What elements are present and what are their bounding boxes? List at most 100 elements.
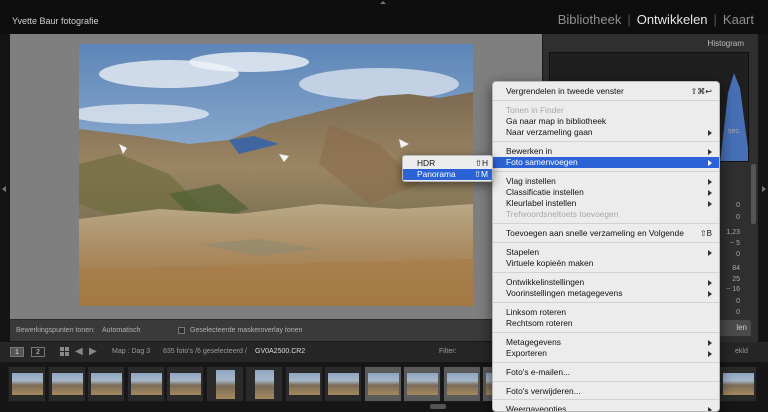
filmstrip-thumbnail[interactable]: [719, 366, 757, 402]
context-menu-item: Trefwoordsneltoets toevoegen: [493, 209, 719, 220]
filmstrip-thumbnail[interactable]: [324, 366, 362, 402]
window-2-button[interactable]: 2: [31, 347, 45, 357]
context-menu-item[interactable]: Exporteren: [493, 348, 719, 359]
menu-shortcut: ⇧⌘↩: [690, 87, 712, 96]
top-panel-toggle-icon[interactable]: [380, 1, 386, 4]
context-menu-item[interactable]: Virtuele kopieën maken: [493, 258, 719, 269]
histogram-title[interactable]: Histogram: [708, 39, 744, 48]
context-menu-item[interactable]: Foto's e-mailen...: [493, 367, 719, 378]
context-menu-item[interactable]: Voorinstellingen metagegevens: [493, 288, 719, 299]
submenu-item[interactable]: Panorama ⇧M: [403, 169, 492, 180]
left-panel-edge[interactable]: [0, 34, 10, 362]
menu-item-label: Virtuele kopieën maken: [506, 258, 594, 268]
context-menu-item[interactable]: Bewerken in: [493, 146, 719, 157]
left-panel-toggle-icon[interactable]: [2, 186, 6, 192]
context-menu-item[interactable]: Classificatie instellen: [493, 187, 719, 198]
filmstrip-thumbnail[interactable]: [87, 366, 125, 402]
context-menu-item[interactable]: Weergaveopties: [493, 404, 719, 412]
mask-overlay-checkbox[interactable]: [178, 327, 185, 334]
thumbnail-image: [215, 370, 235, 399]
context-menu-item[interactable]: Linksom roteren: [493, 307, 719, 318]
menu-separator: [493, 242, 719, 243]
filmstrip-thumbnail[interactable]: [126, 366, 165, 402]
module-picker: Bibliotheek | Ontwikkelen | Kaart: [558, 12, 754, 27]
thumbnail-image: [288, 373, 320, 395]
grid-view-icon[interactable]: [60, 347, 70, 357]
thumbnail-image: [407, 373, 438, 395]
forward-arrow-icon[interactable]: ▶: [89, 346, 97, 357]
menu-item-label: Foto samenvoegen: [506, 157, 578, 167]
menu-item-label: Voorinstellingen metagegevens: [506, 288, 623, 298]
context-menu-item[interactable]: Vlag instellen: [493, 176, 719, 187]
photo-count-label: 835 foto's /6 geselecteerd /: [163, 348, 247, 355]
thumbnail-image: [367, 373, 399, 395]
filmstrip-scrollbar[interactable]: [430, 404, 446, 409]
context-menu-item[interactable]: Foto's verwijderen...: [493, 386, 719, 397]
submenu-item[interactable]: HDR ⇧H: [403, 158, 492, 169]
context-menu-item[interactable]: Stapelen: [493, 247, 719, 258]
menu-item-label: Trefwoordsneltoets toevoegen: [506, 209, 619, 219]
menu-item-label: Stapelen: [506, 247, 540, 257]
module-develop[interactable]: Ontwikkelen: [637, 12, 708, 27]
menu-item-label: Foto's e-mailen...: [506, 367, 570, 377]
context-menu-item[interactable]: Ga naar map in bibliotheek: [493, 116, 719, 127]
menu-separator: [493, 381, 719, 382]
menu-item-label: Ga naar map in bibliotheek: [506, 116, 607, 126]
back-arrow-icon[interactable]: ◀: [75, 346, 83, 357]
show-pins-label: Bewerkingspunten tonen:: [16, 327, 95, 334]
context-menu-item[interactable]: Vergrendelen in tweede venster ⇧⌘↩: [493, 86, 719, 97]
thumbnail-image: [51, 373, 83, 395]
source-folder-label[interactable]: Map : Dag 3: [112, 348, 150, 355]
submenu-arrow-icon: [708, 351, 712, 357]
context-menu-item[interactable]: Rechtsom roteren: [493, 318, 719, 329]
context-menu-item[interactable]: Naar verzameling gaan: [493, 127, 719, 138]
menu-separator: [493, 399, 719, 400]
filmstrip-thumbnail[interactable]: [363, 366, 402, 402]
slider-value: 0: [736, 298, 740, 305]
menu-item-label: Weergaveopties: [506, 404, 567, 412]
menu-shortcut: ⇧B: [699, 229, 712, 238]
context-menu-item[interactable]: Ontwikkelinstellingen: [493, 277, 719, 288]
context-menu-item[interactable]: Foto samenvoegen: [493, 157, 719, 168]
menu-item-label: Metagegevens: [506, 337, 561, 347]
panel-action-button[interactable]: len: [719, 320, 751, 336]
submenu-shortcut: ⇧H: [474, 158, 488, 168]
submenu-arrow-icon: [708, 250, 712, 256]
window-1-button[interactable]: 1: [10, 347, 24, 357]
submenu-arrow-icon: [708, 340, 712, 346]
context-menu-item[interactable]: Kleurlabel instellen: [493, 198, 719, 209]
menu-separator: [493, 362, 719, 363]
menu-separator: [493, 100, 719, 101]
context-menu-item[interactable]: Toevoegen aan snelle verzameling en Volg…: [493, 228, 719, 239]
filename-label[interactable]: GV0A2500.CR2: [255, 348, 305, 355]
module-map[interactable]: Kaart: [723, 12, 754, 27]
filmstrip-thumbnail[interactable]: [8, 366, 46, 402]
filter-preset-fragment[interactable]: ekld: [735, 348, 748, 355]
filmstrip-thumbnail[interactable]: [403, 366, 441, 402]
submenu-arrow-icon: [708, 190, 712, 196]
filmstrip-thumbnail[interactable]: [166, 366, 204, 402]
right-panel-scrollbar[interactable]: [751, 164, 756, 224]
context-menu: Vergrendelen in tweede venster ⇧⌘↩ Tonen i…: [492, 81, 720, 412]
submenu-shortcut: ⇧M: [474, 169, 488, 179]
thumbnail-image: [12, 373, 43, 395]
context-menu-item[interactable]: Metagegevens: [493, 337, 719, 348]
menu-separator: [493, 141, 719, 142]
filmstrip-thumbnail[interactable]: [442, 366, 481, 402]
submenu-arrow-icon: [708, 160, 712, 166]
module-library[interactable]: Bibliotheek: [558, 12, 622, 27]
slider-value: − 5: [730, 240, 740, 247]
thumbnail-image: [446, 373, 478, 395]
right-panel-toggle-icon[interactable]: [762, 186, 766, 192]
right-panel-edge[interactable]: [758, 34, 768, 362]
filmstrip-thumbnail[interactable]: [245, 366, 283, 402]
menu-item-label: Rechtsom roteren: [506, 318, 573, 328]
filmstrip-thumbnail[interactable]: [284, 366, 323, 402]
filmstrip-thumbnail[interactable]: [47, 366, 86, 402]
menu-item-label: Classificatie instellen: [506, 187, 584, 197]
show-pins-dropdown[interactable]: Automatisch: [102, 327, 141, 334]
thumbnail-image: [723, 373, 754, 395]
top-bar: Yvette Baur fotografie Bibliotheek | Ontwi…: [0, 0, 768, 34]
filmstrip-thumbnail[interactable]: [205, 366, 244, 402]
submenu-arrow-icon: [708, 179, 712, 185]
